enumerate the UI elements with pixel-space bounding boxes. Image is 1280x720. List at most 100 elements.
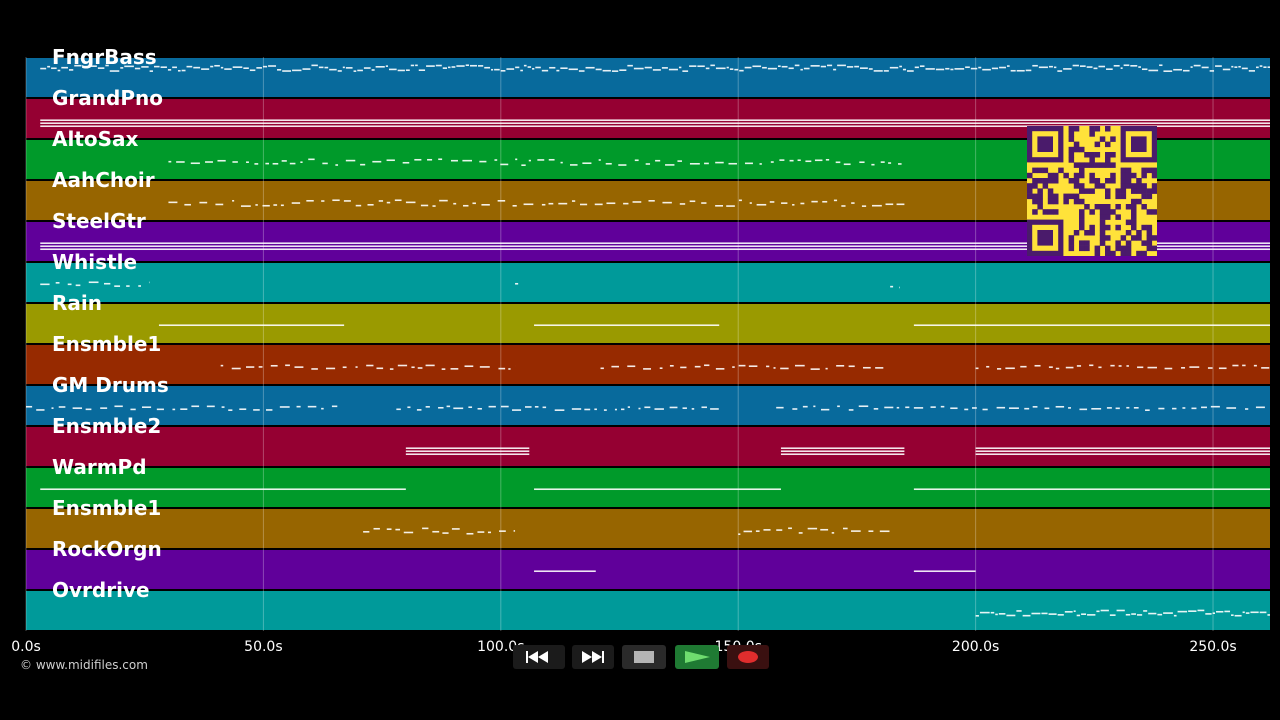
track-band xyxy=(26,427,1270,466)
note-mark xyxy=(780,367,789,370)
note-mark xyxy=(1242,611,1245,614)
note-mark xyxy=(669,365,674,367)
copyright-text: © www.midifiles.com xyxy=(20,658,148,672)
note-mark xyxy=(534,324,720,327)
note-mark xyxy=(500,405,509,408)
note-mark xyxy=(907,70,914,72)
note-mark xyxy=(833,68,837,71)
note-mark xyxy=(861,205,867,207)
note-mark xyxy=(497,200,506,202)
track-label: Ovrdrive xyxy=(52,578,150,602)
note-mark xyxy=(114,405,123,408)
note-mark xyxy=(280,204,284,207)
note-mark xyxy=(902,68,907,71)
note-mark xyxy=(541,203,546,206)
note-mark xyxy=(1063,68,1072,70)
note-mark xyxy=(689,200,696,203)
note-mark xyxy=(792,408,798,410)
note-mark xyxy=(1020,365,1027,368)
note-mark xyxy=(899,286,900,289)
note-mark xyxy=(386,201,391,204)
piano-roll xyxy=(25,57,1271,631)
note-mark xyxy=(366,364,374,367)
note-mark xyxy=(659,367,663,369)
note-mark xyxy=(405,450,530,453)
note-mark xyxy=(820,528,829,531)
note-mark xyxy=(1163,70,1173,72)
note-mark xyxy=(780,450,905,453)
note-mark xyxy=(603,409,607,411)
note-mark xyxy=(534,488,781,491)
note-mark xyxy=(325,367,336,370)
note-mark xyxy=(342,366,347,369)
note-mark xyxy=(40,122,1271,125)
note-mark xyxy=(1081,613,1087,615)
note-mark xyxy=(598,159,601,161)
note-mark xyxy=(715,67,726,70)
note-mark xyxy=(306,199,314,202)
note-mark xyxy=(407,406,411,409)
note-mark xyxy=(998,613,1006,615)
note-mark xyxy=(1068,407,1072,409)
note-mark xyxy=(982,408,988,411)
note-mark xyxy=(738,533,741,535)
note-mark xyxy=(995,613,998,616)
note-mark xyxy=(884,406,894,409)
track-band xyxy=(26,468,1270,507)
note-mark xyxy=(249,69,256,72)
note-mark xyxy=(1201,406,1207,409)
note-mark xyxy=(794,364,805,367)
note-mark xyxy=(975,453,1270,456)
note-mark xyxy=(335,164,339,166)
note-mark xyxy=(841,205,846,207)
note-mark xyxy=(755,530,760,532)
note-mark xyxy=(281,160,287,162)
fast-forward-button[interactable] xyxy=(572,645,614,669)
note-mark xyxy=(371,69,375,71)
note-mark xyxy=(469,64,477,67)
note-mark xyxy=(1224,610,1231,613)
note-mark xyxy=(372,160,382,163)
track-band xyxy=(26,386,1270,425)
note-mark xyxy=(802,405,808,408)
stop-button[interactable] xyxy=(622,645,666,669)
note-mark xyxy=(355,366,358,368)
note-mark xyxy=(826,64,833,67)
note-mark xyxy=(781,65,788,68)
note-mark xyxy=(515,66,520,69)
note-mark xyxy=(669,406,678,409)
note-mark xyxy=(1261,367,1270,369)
note-mark xyxy=(1130,65,1138,67)
note-mark xyxy=(1010,69,1016,72)
note-mark xyxy=(1248,70,1256,72)
note-mark xyxy=(232,199,235,202)
note-mark xyxy=(777,65,781,67)
note-mark xyxy=(411,366,415,369)
note-mark xyxy=(621,408,625,411)
note-mark xyxy=(138,285,141,287)
note-mark xyxy=(618,164,627,166)
note-mark xyxy=(1025,69,1032,72)
note-mark xyxy=(1231,614,1234,616)
note-mark xyxy=(871,204,882,207)
note-mark xyxy=(1098,366,1102,369)
note-mark xyxy=(1207,367,1213,369)
note-mark xyxy=(498,367,506,370)
record-button[interactable] xyxy=(727,645,769,669)
note-mark xyxy=(541,69,549,72)
note-mark xyxy=(246,161,249,163)
note-mark xyxy=(75,284,81,287)
note-mark xyxy=(1091,407,1102,410)
note-mark xyxy=(215,203,224,206)
rewind-button[interactable] xyxy=(513,645,565,669)
note-mark xyxy=(1173,614,1177,617)
track-band xyxy=(26,345,1270,384)
track-band xyxy=(26,58,1270,97)
note-mark xyxy=(704,364,710,367)
note-mark xyxy=(1245,408,1249,410)
play-button[interactable] xyxy=(675,645,719,669)
note-mark xyxy=(1201,66,1209,69)
note-mark xyxy=(970,67,978,70)
note-mark xyxy=(1048,65,1053,68)
note-mark xyxy=(1189,366,1200,368)
